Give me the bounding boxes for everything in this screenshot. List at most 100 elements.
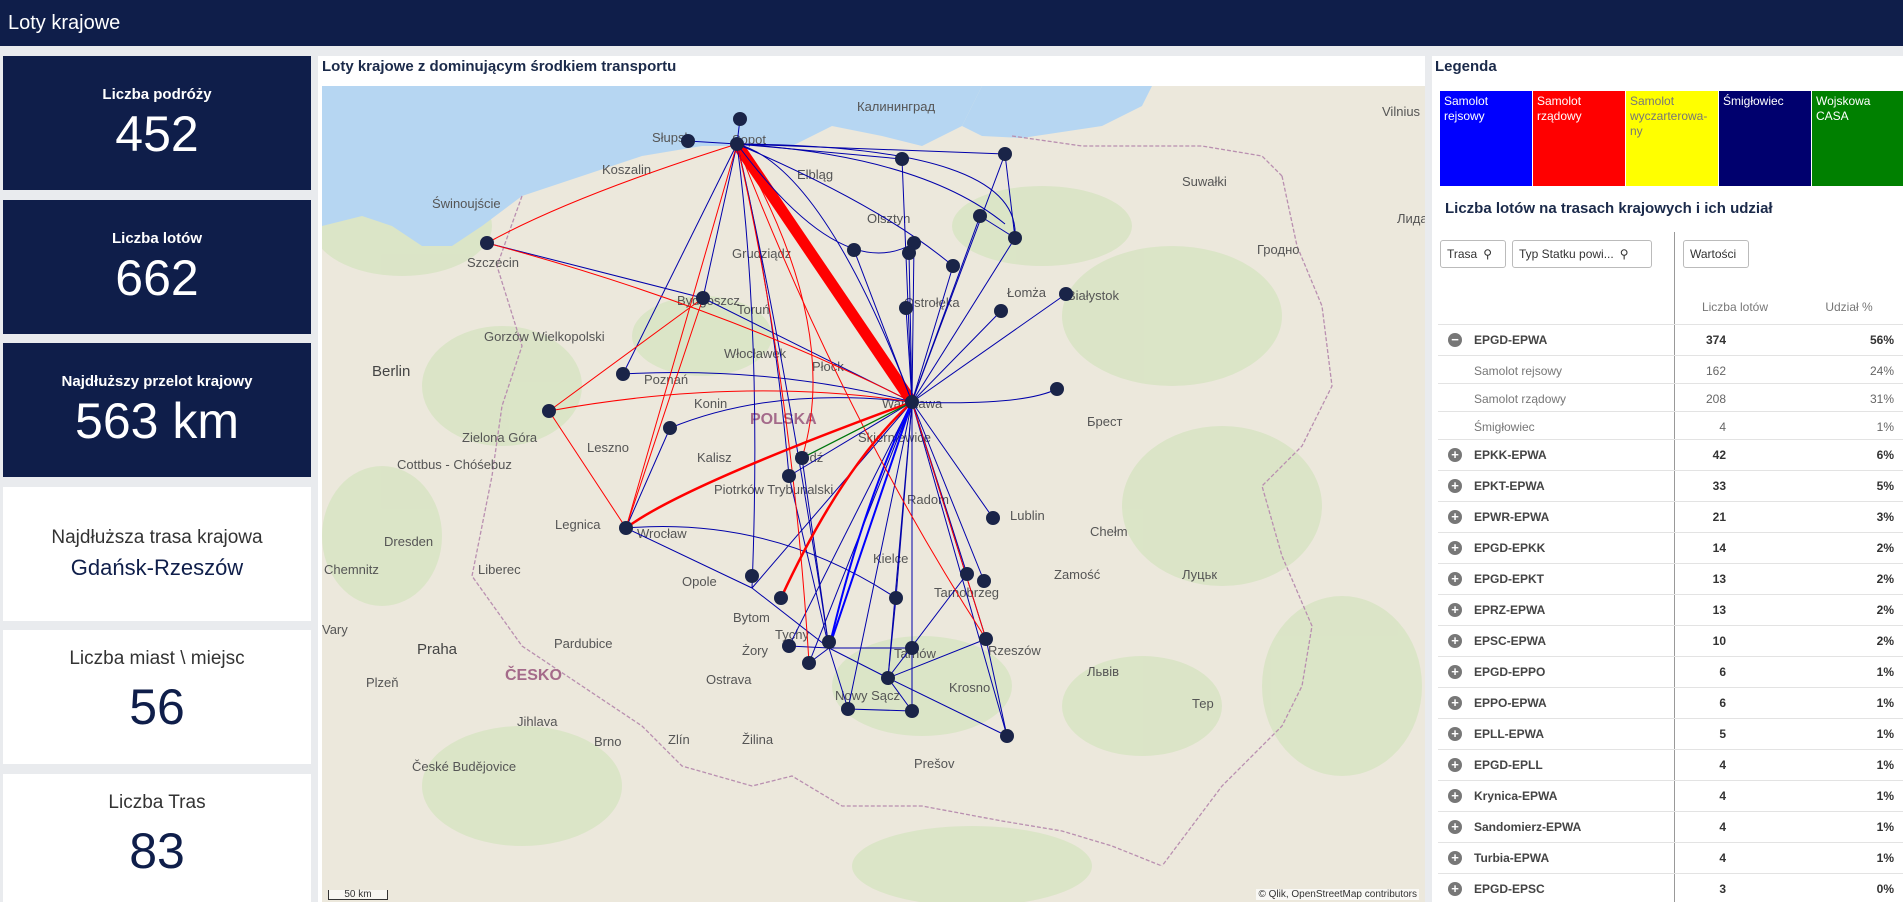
flight-count: 6 (1719, 696, 1726, 710)
map-canvas[interactable]: Калининград Vilnius Słupsk Sopot Koszali… (322, 86, 1425, 902)
airport-marker (905, 395, 919, 409)
airport-marker (960, 567, 974, 581)
flight-map[interactable]: Калининград Vilnius Słupsk Sopot Koszali… (322, 86, 1425, 902)
collapse-icon[interactable]: − (1448, 333, 1462, 347)
kpi-label: Najdłuższa trasa krajowa (51, 527, 263, 548)
map-label: Świnoujście (432, 196, 501, 211)
kpi-label: Liczba Tras (108, 792, 206, 813)
flight-share: 56% (1869, 333, 1894, 347)
flight-count: 13 (1712, 572, 1726, 586)
flight-share: 2% (1876, 572, 1894, 586)
search-icon: ⚲ (1619, 247, 1629, 261)
airport-marker (745, 569, 759, 583)
table-row[interactable]: Śmigłowiec 4 1% (1438, 411, 1903, 439)
map-label: Nowy Sącz (835, 688, 900, 703)
airport-marker (998, 147, 1012, 161)
flight-count: 208 (1705, 392, 1726, 406)
map-label: Plzeň (366, 675, 399, 690)
expand-icon[interactable]: + (1448, 603, 1462, 617)
map-label: Krosno (949, 680, 990, 695)
expand-icon[interactable]: + (1448, 758, 1462, 772)
legend-label: Śmigłowiec (1723, 94, 1784, 108)
airport-marker (905, 704, 919, 718)
filter-type-button[interactable]: Typ Statku powi... ⚲ (1512, 240, 1652, 268)
map-label: Rzeszów (988, 643, 1041, 658)
legend: Samolot rejsowy Samolot rządowy Samolot … (1440, 91, 1903, 186)
column-header-share[interactable]: Udział % (1796, 288, 1902, 324)
table-row[interactable]: + EPKK-EPWA 42 6% (1438, 439, 1903, 470)
airport-marker (619, 521, 633, 535)
map-label: Łomża (1007, 285, 1047, 300)
values-button[interactable]: Wartości (1683, 240, 1749, 268)
app-header: Loty krajowe (0, 0, 1903, 46)
flight-share: 1% (1876, 851, 1894, 865)
airport-marker (979, 632, 993, 646)
expand-icon[interactable]: + (1448, 789, 1462, 803)
table-row[interactable]: + EPPO-EPWA 6 1% (1438, 687, 1903, 718)
flight-share: 2% (1876, 634, 1894, 648)
table-row[interactable]: + EPRZ-EPWA 13 2% (1438, 594, 1903, 625)
map-label: Chemnitz (324, 562, 379, 577)
table-row[interactable]: Samolot rejsowy 162 24% (1438, 355, 1903, 383)
kpi-label: Liczba lotów (112, 230, 202, 247)
airport-marker (994, 304, 1008, 318)
filter-trasa-button[interactable]: Trasa ⚲ (1440, 240, 1506, 268)
map-label: Ostrava (706, 672, 752, 687)
flight-count: 13 (1712, 603, 1726, 617)
map-label: Dresden (384, 534, 433, 549)
expand-icon[interactable]: + (1448, 820, 1462, 834)
map-label: Poznań (644, 372, 688, 387)
expand-icon[interactable]: + (1448, 851, 1462, 865)
table-row[interactable]: Samolot rządowy 208 31% (1438, 383, 1903, 411)
map-label: Opole (682, 574, 717, 589)
airport-marker (841, 702, 855, 716)
table-row[interactable]: + Turbia-EPWA 4 1% (1438, 842, 1903, 873)
expand-icon[interactable]: + (1448, 572, 1462, 586)
table-row[interactable]: + Krynica-EPWA 4 1% (1438, 780, 1903, 811)
table-row[interactable]: + EPGD-EPSC 3 0% (1438, 873, 1903, 902)
table-row[interactable]: + Sandomierz-EPWA 4 1% (1438, 811, 1903, 842)
expand-icon[interactable]: + (1448, 665, 1462, 679)
table-row[interactable]: + EPGD-EPLL 4 1% (1438, 749, 1903, 780)
expand-icon[interactable]: + (1448, 696, 1462, 710)
expand-icon[interactable]: + (1448, 634, 1462, 648)
map-label: Тер (1192, 696, 1214, 711)
map-label: Szczecin (467, 255, 519, 270)
column-header-count[interactable]: Liczba lotów (1676, 288, 1794, 324)
map-attribution[interactable]: © Qlik, OpenStreetMap contributors (1256, 889, 1419, 900)
search-icon: ⚲ (1483, 247, 1493, 261)
map-label: Jihlava (517, 714, 558, 729)
table-row[interactable]: + EPKT-EPWA 33 5% (1438, 470, 1903, 501)
table-row[interactable]: + EPGD-EPKT 13 2% (1438, 563, 1903, 594)
kpi-value: 452 (115, 106, 199, 162)
table-row[interactable]: − EPGD-EPWA 374 56% (1438, 324, 1903, 355)
expand-icon[interactable]: + (1448, 479, 1462, 493)
kpi-value: Gdańsk-Rzeszów (70, 555, 244, 580)
map-label: Zlín (668, 732, 690, 747)
expand-icon[interactable]: + (1448, 541, 1462, 555)
expand-icon[interactable]: + (1448, 882, 1462, 896)
expand-icon[interactable]: + (1448, 727, 1462, 741)
kpi-value: 56 (129, 679, 185, 735)
legend-item-helicopter: Śmigłowiec (1719, 91, 1811, 186)
flight-count: 374 (1705, 333, 1726, 347)
legend-item-casa: Wojskowa CASA (1812, 91, 1903, 186)
table-row[interactable]: + EPLL-EPWA 5 1% (1438, 718, 1903, 749)
map-label: Piotrków Trybunalski (714, 482, 833, 497)
airport-marker (977, 574, 991, 588)
airport-marker (881, 671, 895, 685)
table-row[interactable]: + EPWR-EPWA 21 3% (1438, 501, 1903, 532)
table-row[interactable]: + EPGD-EPPO 6 1% (1438, 656, 1903, 687)
route-label: Śmigłowiec (1474, 420, 1535, 434)
kpi-cities: Liczba miast \ miejsc 56 (3, 630, 311, 764)
airport-marker (905, 641, 919, 655)
expand-icon[interactable]: + (1448, 510, 1462, 524)
flight-count: 5 (1719, 727, 1726, 741)
table-row[interactable]: + EPSC-EPWA 10 2% (1438, 625, 1903, 656)
expand-icon[interactable]: + (1448, 448, 1462, 462)
route-label: EPGD-EPWA (1474, 333, 1548, 347)
airport-marker (542, 404, 556, 418)
map-label: Berlin (372, 363, 410, 380)
table-row[interactable]: + EPGD-EPKK 14 2% (1438, 532, 1903, 563)
airport-marker (1050, 382, 1064, 396)
